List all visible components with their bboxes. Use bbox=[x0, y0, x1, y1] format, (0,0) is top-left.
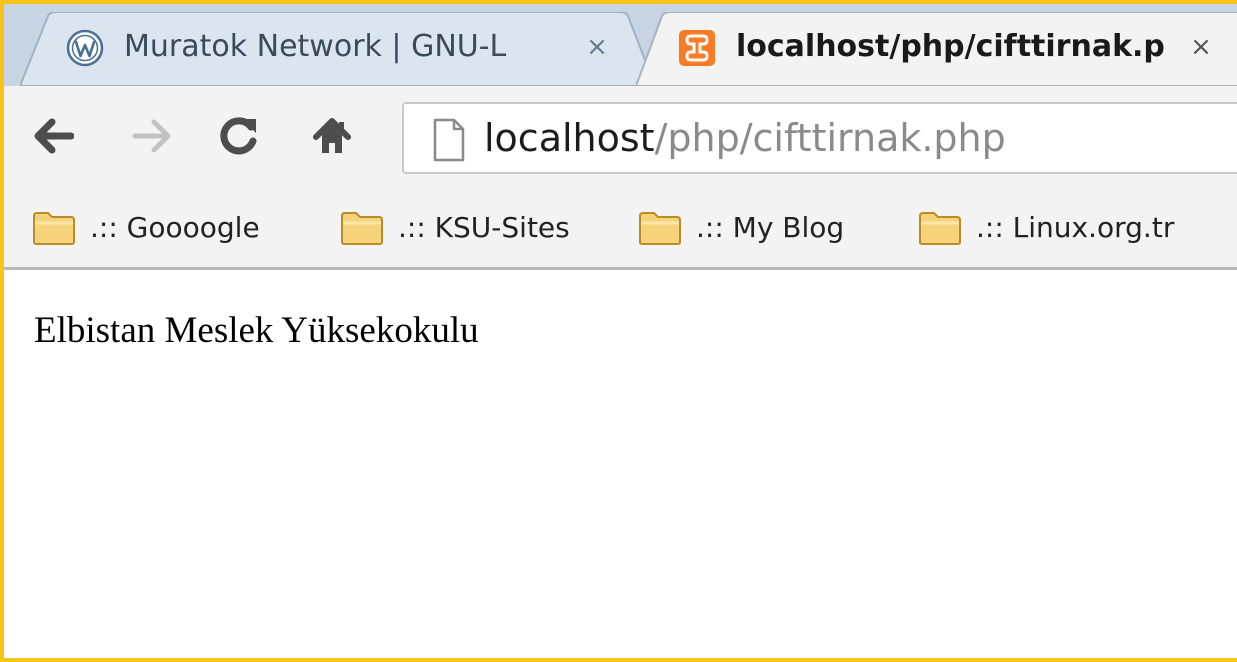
url-host: localhost bbox=[484, 116, 655, 160]
home-icon bbox=[313, 118, 351, 153]
tab-title: localhost/php/cifttirnak.p bbox=[736, 29, 1165, 64]
reload-icon bbox=[220, 117, 257, 155]
bookmark-linux-org-tr[interactable]: .:: Linux.org.tr bbox=[918, 206, 1174, 250]
folder-icon bbox=[919, 212, 961, 245]
bookmark-label: .:: KSU-Sites bbox=[398, 211, 570, 244]
bookmark-label: .:: Goooogle bbox=[90, 211, 260, 244]
bookmark-label: .:: Linux.org.tr bbox=[976, 211, 1175, 244]
tab-cifttirnak[interactable]: localhost/php/cifttirnak.p × bbox=[636, 12, 1237, 86]
tab-muratok-network[interactable]: Muratok Network | GNU-L × bbox=[20, 12, 655, 86]
toolbar: localhost/php/cifttirnak.php bbox=[4, 86, 1237, 190]
browser-window: Muratok Network | GNU-L × localhost/php/… bbox=[0, 0, 1237, 662]
address-bar[interactable]: localhost/php/cifttirnak.php bbox=[402, 102, 1237, 174]
reload-button[interactable] bbox=[211, 108, 267, 164]
page-text: Elbistan Meslek Yüksekokulu bbox=[34, 310, 479, 351]
forward-button[interactable] bbox=[124, 108, 180, 164]
url-text: localhost/php/cifttirnak.php bbox=[484, 112, 1006, 164]
back-button[interactable] bbox=[26, 108, 82, 164]
folder-icon bbox=[639, 212, 681, 245]
tab-title: Muratok Network | GNU-L bbox=[124, 29, 507, 64]
xampp-icon bbox=[678, 29, 716, 67]
folder-icon bbox=[33, 212, 75, 245]
bookmarks-bar: .:: Goooogle .:: KSU-Sites .:: My Blog .… bbox=[4, 190, 1237, 270]
bookmark-ksu-sites[interactable]: .:: KSU-Sites bbox=[340, 206, 570, 250]
wordpress-icon bbox=[66, 29, 104, 67]
bookmark-label: .:: My Blog bbox=[696, 211, 845, 244]
forward-arrow-icon bbox=[132, 119, 171, 153]
page-content: Elbistan Meslek Yüksekokulu bbox=[4, 270, 1237, 658]
home-button[interactable] bbox=[304, 108, 360, 164]
tab-strip: Muratok Network | GNU-L × localhost/php/… bbox=[4, 4, 1237, 86]
tab-close-icon[interactable]: × bbox=[1184, 26, 1218, 68]
page-icon bbox=[432, 118, 466, 162]
tab-close-icon[interactable]: × bbox=[580, 26, 614, 68]
bookmark-my-blog[interactable]: .:: My Blog bbox=[638, 206, 844, 250]
folder-icon bbox=[341, 212, 383, 245]
url-path: /php/cifttirnak.php bbox=[654, 116, 1006, 160]
bookmark-goooogle[interactable]: .:: Goooogle bbox=[32, 206, 260, 250]
back-arrow-icon bbox=[34, 118, 74, 154]
